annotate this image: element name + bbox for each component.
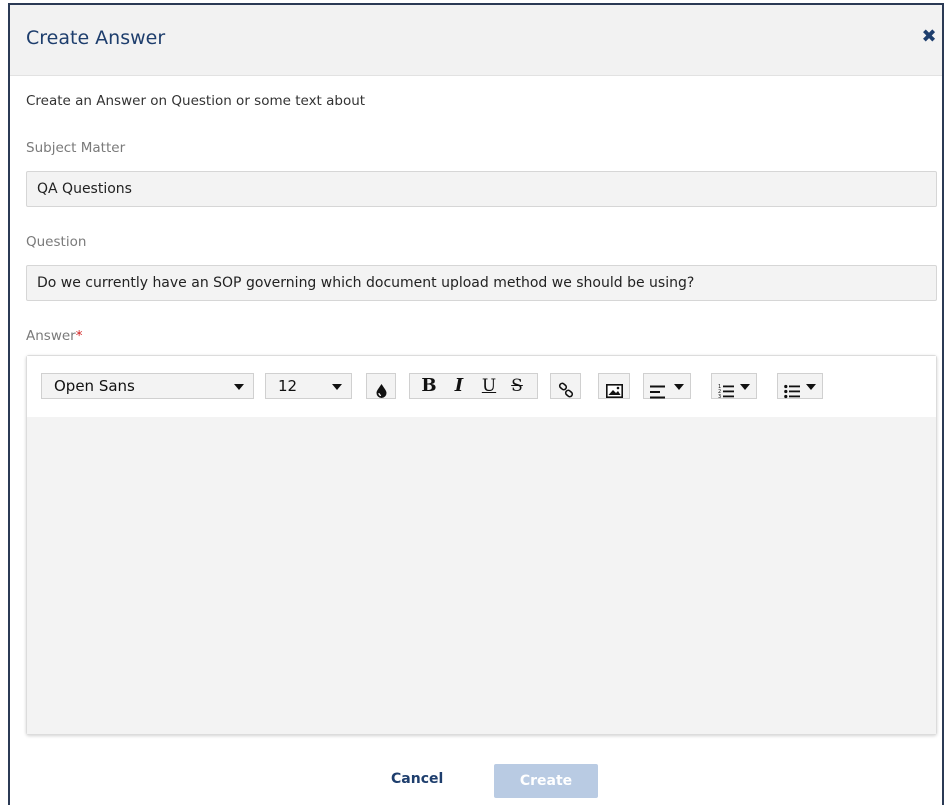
create-answer-dialog: Create Answer ✖ Create an Answer on Ques… xyxy=(8,3,944,805)
svg-text:3: 3 xyxy=(718,394,721,400)
unordered-list-icon xyxy=(784,384,800,399)
answer-text-area[interactable] xyxy=(27,417,936,734)
ordered-list-icon: 1 2 3 xyxy=(718,384,734,400)
bold-button[interactable]: B xyxy=(418,374,440,398)
image-icon xyxy=(606,384,623,398)
font-size-select[interactable]: 12 xyxy=(265,373,352,399)
editor-toolbar: Open Sans 12 B I U S 1 2 3 xyxy=(27,356,936,418)
font-size-value: 12 xyxy=(278,377,298,395)
drop-icon xyxy=(376,384,387,398)
answer-editor: Open Sans 12 B I U S 1 2 3 xyxy=(26,355,937,735)
italic-button[interactable]: I xyxy=(448,374,470,398)
answer-label: Answer* xyxy=(26,328,82,344)
answer-label-text: Answer xyxy=(26,328,76,344)
subject-matter-field[interactable]: QA Questions xyxy=(26,171,937,207)
link-icon xyxy=(558,382,574,398)
intro-text: Create an Answer on Question or some tex… xyxy=(26,93,366,109)
font-family-value: Open Sans xyxy=(54,377,135,395)
align-left-icon xyxy=(650,385,665,399)
question-field[interactable]: Do we currently have an SOP governing wh… xyxy=(26,265,937,301)
chevron-down-icon xyxy=(674,384,684,390)
subject-matter-label: Subject Matter xyxy=(26,140,126,156)
text-color-button[interactable] xyxy=(366,373,396,399)
required-marker: * xyxy=(75,328,83,344)
align-dropdown[interactable] xyxy=(643,373,691,399)
create-button[interactable]: Create xyxy=(494,764,598,798)
insert-link-button[interactable] xyxy=(550,373,581,399)
dialog-header: Create Answer ✖ xyxy=(10,5,942,76)
unordered-list-dropdown[interactable] xyxy=(777,373,823,399)
chevron-down-icon xyxy=(332,384,342,390)
strikethrough-button[interactable]: S xyxy=(506,374,528,398)
text-style-group: B I U S xyxy=(409,373,538,399)
dialog-title: Create Answer xyxy=(26,27,166,49)
chevron-down-icon xyxy=(740,384,750,390)
chevron-down-icon xyxy=(806,384,816,390)
insert-image-button[interactable] xyxy=(598,373,630,399)
chevron-down-icon xyxy=(234,384,244,390)
close-icon[interactable]: ✖ xyxy=(918,25,940,49)
underline-button[interactable]: U xyxy=(478,374,500,398)
question-label: Question xyxy=(26,234,87,250)
cancel-button[interactable]: Cancel xyxy=(391,771,443,787)
ordered-list-dropdown[interactable]: 1 2 3 xyxy=(711,373,757,400)
font-family-select[interactable]: Open Sans xyxy=(41,373,254,399)
